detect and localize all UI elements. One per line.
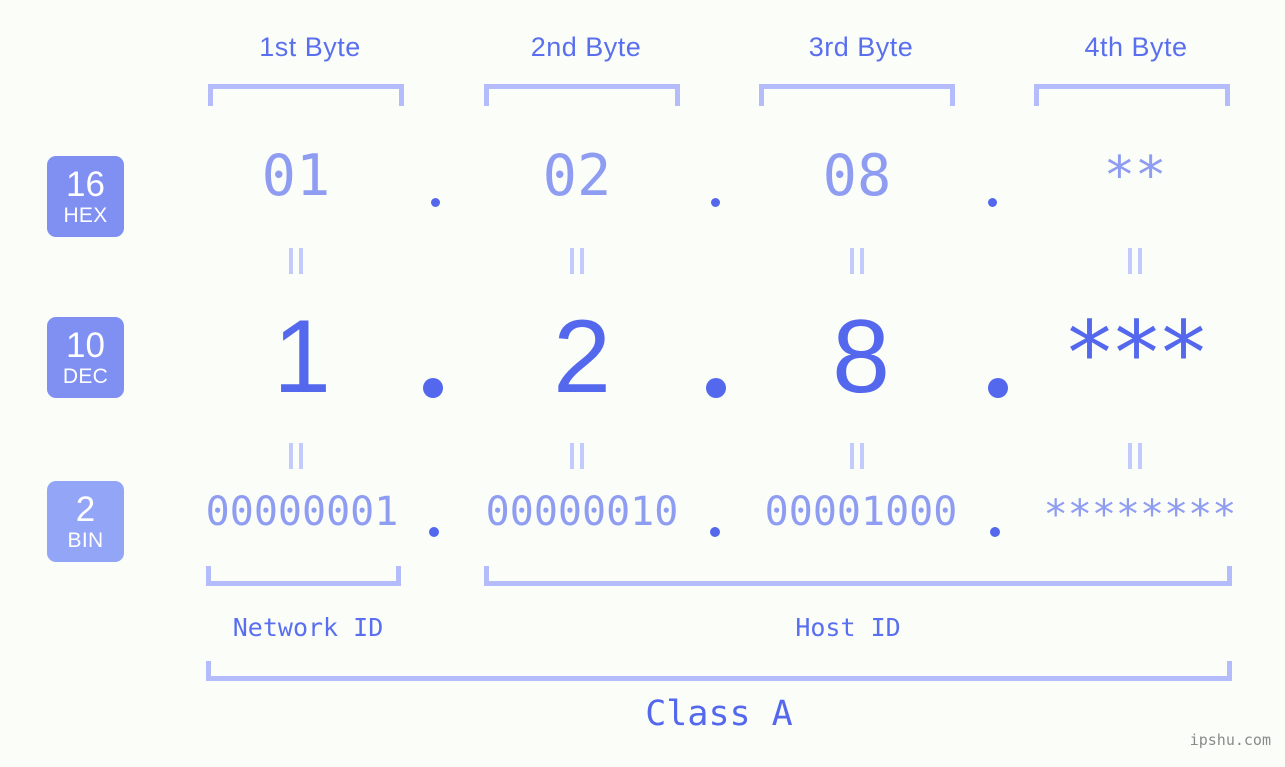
base-badge-dec: 10 DEC bbox=[47, 317, 124, 398]
base-badge-bin-number: 2 bbox=[75, 490, 96, 529]
base-badge-hex-number: 16 bbox=[66, 165, 105, 204]
hex-byte-4: ** bbox=[1103, 146, 1167, 206]
equals-mark-dec-bin-2 bbox=[570, 443, 584, 469]
network-id-bracket bbox=[206, 566, 401, 586]
dec-byte-1: 1 bbox=[273, 299, 331, 415]
byte-bracket-top-1 bbox=[208, 84, 404, 106]
ip-address-breakdown-diagram: 1st Byte 2nd Byte 3rd Byte 4th Byte 16 H… bbox=[0, 0, 1285, 767]
equals-mark-hex-dec-3 bbox=[850, 248, 864, 274]
equals-mark-hex-dec-4 bbox=[1128, 248, 1142, 274]
network-id-label: Network ID bbox=[232, 613, 384, 642]
byte-bracket-top-3 bbox=[759, 84, 955, 106]
dec-byte-3: 8 bbox=[832, 299, 890, 415]
equals-mark-hex-dec-1 bbox=[289, 248, 303, 274]
equals-mark-hex-dec-2 bbox=[570, 248, 584, 274]
byte-bracket-top-4 bbox=[1034, 84, 1230, 106]
class-bracket bbox=[206, 661, 1232, 681]
equals-mark-dec-bin-3 bbox=[850, 443, 864, 469]
hex-byte-1: 01 bbox=[261, 143, 331, 209]
byte-bracket-top-2 bbox=[484, 84, 680, 106]
base-badge-hex: 16 HEX bbox=[47, 156, 124, 237]
byte-header-1: 1st Byte bbox=[259, 32, 361, 62]
base-badge-bin-name: BIN bbox=[67, 529, 104, 552]
hex-byte-2: 02 bbox=[542, 143, 612, 209]
byte-header-2: 2nd Byte bbox=[530, 32, 642, 62]
base-badge-dec-number: 10 bbox=[66, 326, 105, 365]
dec-byte-2: 2 bbox=[553, 299, 611, 415]
base-badge-hex-name: HEX bbox=[63, 204, 108, 227]
base-badge-dec-name: DEC bbox=[62, 365, 109, 388]
byte-header-3: 3rd Byte bbox=[808, 32, 914, 62]
bin-byte-1: 00000001 bbox=[205, 489, 399, 535]
dec-separator-dot-3 bbox=[988, 378, 1008, 398]
equals-mark-dec-bin-1 bbox=[289, 443, 303, 469]
bin-byte-4: ******** bbox=[1043, 492, 1237, 538]
base-badge-bin: 2 BIN bbox=[47, 481, 124, 562]
dec-separator-dot-1 bbox=[423, 378, 443, 398]
host-id-label: Host ID bbox=[795, 613, 901, 642]
hex-separator-dot-2 bbox=[711, 198, 720, 207]
dec-separator-dot-2 bbox=[706, 378, 726, 398]
byte-header-4: 4th Byte bbox=[1084, 32, 1188, 62]
equals-mark-dec-bin-4 bbox=[1128, 443, 1142, 469]
class-label: Class A bbox=[645, 694, 793, 734]
bin-byte-2: 00000010 bbox=[485, 489, 679, 535]
hex-separator-dot-3 bbox=[988, 198, 997, 207]
hex-separator-dot-1 bbox=[431, 198, 440, 207]
host-id-bracket bbox=[484, 566, 1232, 586]
bin-byte-3: 00001000 bbox=[764, 489, 958, 535]
watermark: ipshu.com bbox=[1189, 731, 1271, 749]
hex-byte-3: 08 bbox=[822, 143, 892, 209]
dec-byte-4: *** bbox=[1067, 302, 1209, 405]
